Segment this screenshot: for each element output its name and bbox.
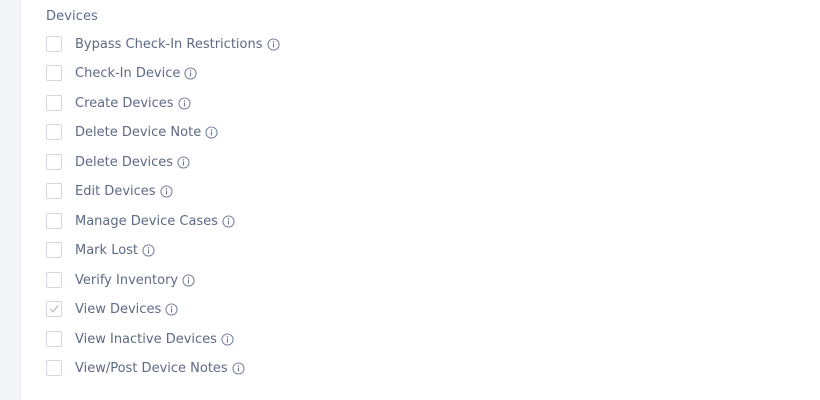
permission-label: Edit Devices xyxy=(75,183,156,199)
checkmark-icon xyxy=(49,305,59,313)
info-icon[interactable] xyxy=(177,155,190,169)
permission-row-manage-device-cases[interactable]: Manage Device Cases xyxy=(46,211,235,231)
permission-row-view-post-device-notes[interactable]: View/Post Device Notes xyxy=(46,358,245,378)
permission-checkbox[interactable] xyxy=(46,213,62,229)
permission-label: Create Devices xyxy=(75,95,174,111)
permission-label: View/Post Device Notes xyxy=(75,360,228,376)
permission-checkbox[interactable] xyxy=(46,272,62,288)
permissions-panel: Devices Bypass Check-In Restrictions Che… xyxy=(20,0,820,400)
permission-label: Verify Inventory xyxy=(75,272,179,288)
permission-checkbox[interactable] xyxy=(46,331,62,347)
info-icon[interactable] xyxy=(184,66,197,80)
permission-row-create-devices[interactable]: Create Devices xyxy=(46,93,191,113)
info-icon[interactable] xyxy=(182,273,195,287)
permission-label: Delete Devices xyxy=(75,154,174,170)
permission-row-delete-device-note[interactable]: Delete Device Note xyxy=(46,122,218,142)
info-icon[interactable] xyxy=(222,214,235,228)
permission-row-bypass-check-in-restrictions[interactable]: Bypass Check-In Restrictions xyxy=(46,34,280,54)
permission-label: View Inactive Devices xyxy=(75,331,217,347)
permission-label: Bypass Check-In Restrictions xyxy=(75,36,263,52)
info-icon[interactable] xyxy=(266,37,280,51)
permission-checkbox[interactable] xyxy=(46,65,62,81)
permission-checkbox[interactable] xyxy=(46,154,62,170)
info-icon[interactable] xyxy=(160,184,173,198)
permission-row-edit-devices[interactable]: Edit Devices xyxy=(46,181,173,201)
permission-row-view-inactive-devices[interactable]: View Inactive Devices xyxy=(46,329,234,349)
permission-checkbox[interactable] xyxy=(46,124,62,140)
permission-checkbox[interactable] xyxy=(46,242,62,258)
permission-checkbox[interactable] xyxy=(46,36,62,52)
permission-label: Check-In Device xyxy=(75,65,181,81)
info-icon[interactable] xyxy=(205,125,218,139)
info-icon[interactable] xyxy=(142,243,155,257)
permission-row-delete-devices[interactable]: Delete Devices xyxy=(46,152,190,172)
info-icon[interactable] xyxy=(221,332,234,346)
permission-row-view-devices[interactable]: View Devices xyxy=(46,299,178,319)
permission-row-verify-inventory[interactable]: Verify Inventory xyxy=(46,270,195,290)
permission-checkbox-checked[interactable] xyxy=(46,301,62,317)
permission-checkbox[interactable] xyxy=(46,360,62,376)
permission-label: Mark Lost xyxy=(75,242,139,258)
permission-checkbox[interactable] xyxy=(46,183,62,199)
info-icon[interactable] xyxy=(232,361,245,375)
section-title: Devices xyxy=(46,9,98,24)
info-icon[interactable] xyxy=(178,96,191,110)
permission-label: Manage Device Cases xyxy=(75,213,218,229)
permission-label: View Devices xyxy=(75,301,162,317)
permission-checkbox[interactable] xyxy=(46,95,62,111)
info-icon[interactable] xyxy=(165,302,178,316)
permission-label: Delete Device Note xyxy=(75,124,202,140)
permission-row-check-in-device[interactable]: Check-In Device xyxy=(46,63,197,83)
permission-row-mark-lost[interactable]: Mark Lost xyxy=(46,240,155,260)
